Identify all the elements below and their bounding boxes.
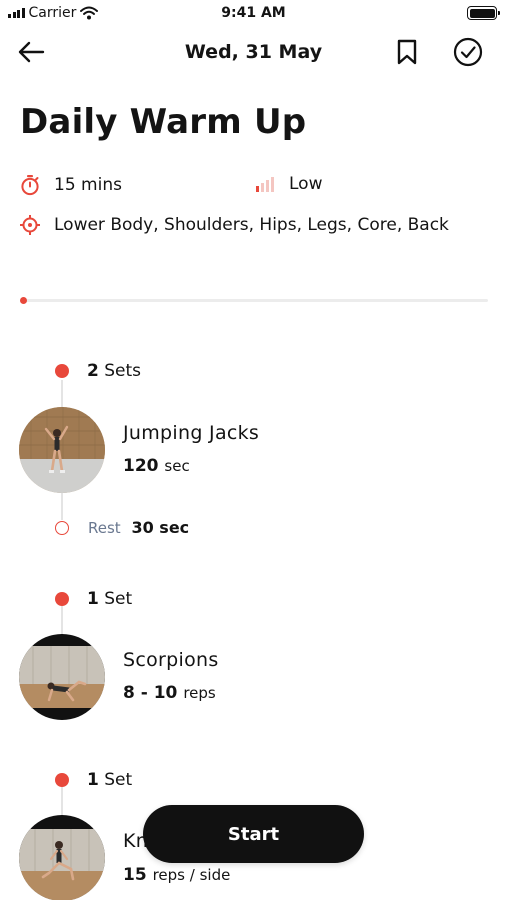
stopwatch-icon	[21, 175, 39, 196]
start-button[interactable]: Start	[143, 805, 364, 863]
status-time: 9:41 AM	[221, 5, 286, 21]
exercise-thumbnail[interactable]	[19, 815, 105, 900]
set-marker	[55, 773, 69, 787]
jumping-jacks-image	[19, 407, 105, 493]
exercise-amount: 15 reps / side	[123, 865, 230, 885]
exercise-amount-value: 15	[123, 865, 147, 885]
exercise-amount-unit: reps / side	[152, 866, 231, 884]
nav-bar: Wed, 31 May	[0, 30, 507, 74]
battery-icon	[467, 6, 500, 20]
exercise-name[interactable]: Jumping Jacks	[123, 422, 259, 444]
sets-label: 1 Set	[87, 589, 132, 609]
exercise-amount-value: 120	[123, 456, 159, 476]
duration-row: 15 mins	[20, 174, 122, 196]
page-title: Daily Warm Up	[20, 102, 307, 142]
scorpions-image	[19, 634, 105, 720]
timeline-connector	[61, 786, 63, 818]
sets-count: 1	[87, 770, 99, 790]
focus-row: Lower Body, Shoulders, Hips, Legs, Core,…	[20, 215, 449, 235]
back-arrow-icon[interactable]	[16, 38, 46, 66]
intensity-row: Low	[255, 174, 322, 194]
nav-date-title: Wed, 31 May	[184, 41, 323, 63]
bookmark-icon[interactable]	[395, 38, 419, 66]
exercise-amount-value: 8 - 10	[123, 683, 178, 703]
rest-marker	[55, 521, 69, 535]
sets-unit: Set	[104, 589, 133, 609]
exercise-amount: 8 - 10 reps	[123, 683, 216, 703]
exercise-amount-unit: sec	[164, 457, 190, 475]
rest-value: 30 sec	[131, 518, 190, 537]
focus-areas: Lower Body, Shoulders, Hips, Legs, Core,…	[54, 215, 449, 235]
set-marker	[55, 364, 69, 378]
intensity-value: Low	[289, 174, 323, 194]
rest-label: Rest	[88, 519, 121, 537]
kneeling-exercise-image	[19, 815, 105, 900]
sets-unit: Sets	[104, 361, 142, 381]
intensity-bars-icon	[256, 177, 274, 192]
progress-indicator	[20, 297, 27, 304]
workout-progress-bar	[20, 297, 488, 304]
duration-value: 15 mins	[54, 175, 122, 195]
exercise-thumbnail[interactable]	[19, 634, 105, 720]
exercise-amount: 120 sec	[123, 456, 190, 476]
sets-count: 2	[87, 361, 99, 381]
sets-unit: Set	[104, 770, 133, 790]
exercise-thumbnail[interactable]	[19, 407, 105, 493]
timeline-connector	[61, 490, 63, 520]
exercise-name[interactable]: Scorpions	[123, 649, 219, 671]
sets-label: 1 Set	[87, 770, 132, 790]
set-marker	[55, 592, 69, 606]
sets-count: 1	[87, 589, 99, 609]
sets-label: 2 Sets	[87, 361, 141, 381]
status-bar: Carrier 9:41 AM	[0, 0, 507, 28]
target-icon	[20, 215, 40, 235]
check-circle-icon[interactable]	[452, 36, 484, 68]
rest-row: Rest 30 sec	[88, 518, 189, 537]
exercise-amount-unit: reps	[183, 684, 216, 702]
timeline-connector	[61, 380, 63, 410]
